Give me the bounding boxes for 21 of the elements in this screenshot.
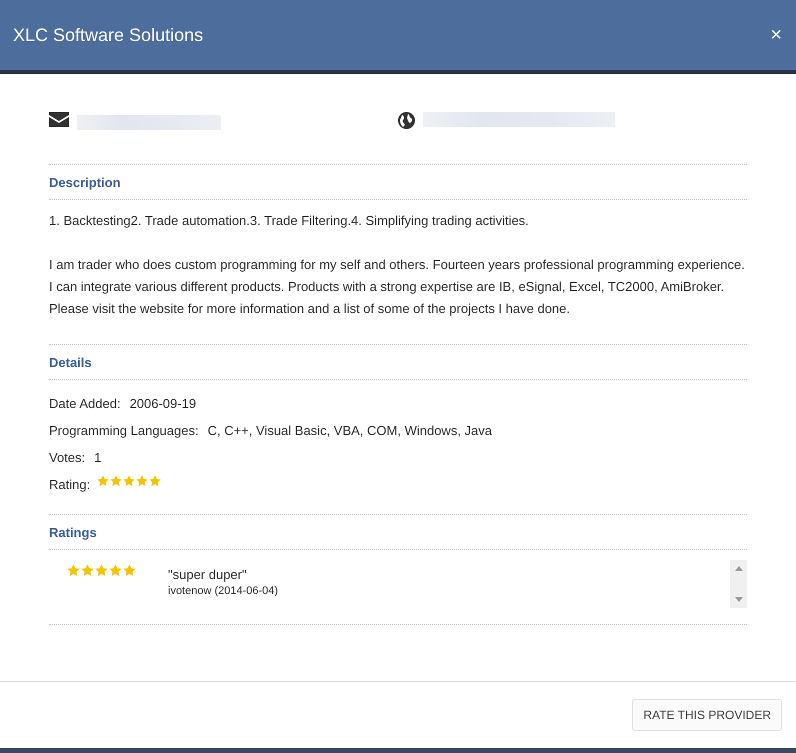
review-comment: "super duper" <box>168 567 248 582</box>
field-label: Programming Languages: <box>49 423 199 438</box>
description-text: I am trader who does custom programming for my self and others. Fourteen years professional programming experience. I can integrate various different products. Products with a strong expertise are IB, eSignal, Excel, TC2000, AmiBroker. Please visit the website for more information and a list of some of the projects I have done. <box>49 256 746 318</box>
scroll-down-arrow-icon[interactable] <box>734 597 742 602</box>
window-title: XLC Software Solutions <box>13 24 204 46</box>
globe-icon <box>398 112 415 129</box>
field-label: Votes: <box>49 450 86 465</box>
field-value: 2006-09-19 <box>130 396 196 411</box>
field-value: C, C++, Visual Basic, VBA, COM, Windows, Java <box>208 423 492 438</box>
field-label: Rating: <box>49 477 90 492</box>
section-heading: Description <box>49 165 747 200</box>
section-heading: Ratings <box>49 515 747 550</box>
scroll-up-arrow-icon[interactable] <box>734 566 742 571</box>
close-button[interactable]: × <box>770 24 782 46</box>
section-heading: Details <box>49 345 747 380</box>
review-author: ivotenow (2014-06-04) <box>168 585 278 597</box>
envelope-icon <box>49 112 69 127</box>
field-label: Date Added: <box>49 396 121 411</box>
field-value: 1 <box>94 450 102 465</box>
description-text: 1. Backtesting2. Trade automation.3. Trade Filtering.4. Simplifying trading activities. <box>49 212 530 230</box>
rate-button[interactable]: RATE THIS PROVIDER <box>632 699 782 731</box>
